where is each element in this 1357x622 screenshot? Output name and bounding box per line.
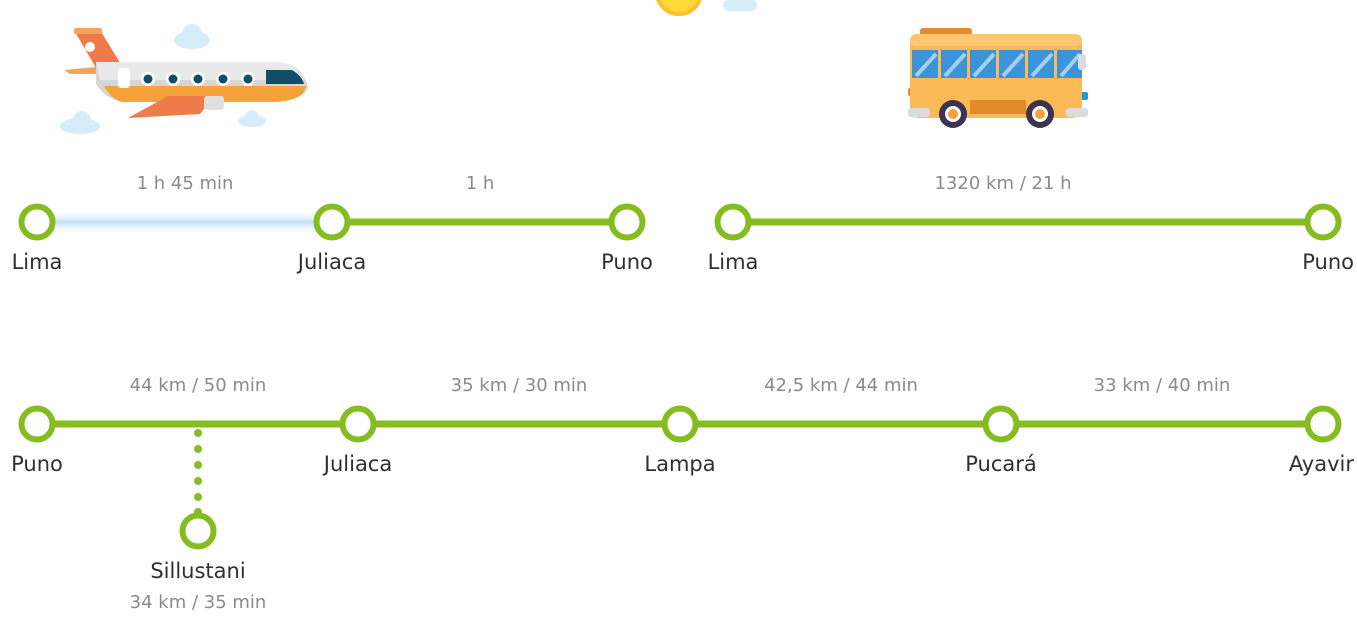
stop-label: Puno xyxy=(1302,250,1354,274)
stop-label: Pucará xyxy=(965,452,1037,476)
stop-marker xyxy=(608,203,646,241)
stop-marker xyxy=(18,405,56,443)
stop-label: Lampa xyxy=(644,452,715,476)
route-diagram: 1 h 45 min 1 h Lima Juliaca Puno 1320 km… xyxy=(11,0,1354,613)
stop-marker xyxy=(714,203,752,241)
stop-marker xyxy=(661,405,699,443)
stop-label: Lima xyxy=(708,250,759,274)
sun-icon xyxy=(656,0,702,16)
segment-duration: 1 h xyxy=(466,173,495,194)
stop-label: Juliaca xyxy=(296,250,366,274)
stop-marker xyxy=(339,405,377,443)
branch-stop-marker xyxy=(179,512,217,550)
stop-label: Juliaca xyxy=(322,452,392,476)
branch-stop-label: Sillustani xyxy=(150,559,245,583)
stop-marker xyxy=(18,203,56,241)
stop-label: Puno xyxy=(11,452,63,476)
stop-marker xyxy=(1304,405,1342,443)
bus-route: 1320 km / 21 h Lima Puno xyxy=(708,173,1354,274)
stop-label: Lima xyxy=(12,250,63,274)
road-route: 44 km / 50 min 35 km / 30 min 42,5 km / … xyxy=(11,375,1354,613)
stop-marker xyxy=(1304,203,1342,241)
cloud-icon xyxy=(723,0,757,11)
stop-label: Puno xyxy=(601,250,653,274)
flight-segment xyxy=(37,209,332,235)
segment-distance: 44 km / 50 min xyxy=(130,375,267,396)
stop-marker xyxy=(313,203,351,241)
branch-distance: 34 km / 35 min xyxy=(130,592,267,613)
segment-distance: 42,5 km / 44 min xyxy=(764,375,918,396)
segment-distance: 33 km / 40 min xyxy=(1094,375,1231,396)
air-route: 1 h 45 min 1 h Lima Juliaca Puno xyxy=(12,173,653,274)
segment-duration: 1320 km / 21 h xyxy=(934,173,1071,194)
stop-label: Ayavir xyxy=(1289,452,1354,476)
segment-distance: 35 km / 30 min xyxy=(451,375,588,396)
segment-duration: 1 h 45 min xyxy=(137,173,234,194)
airplane-icon xyxy=(60,24,308,134)
branch-dotted-line xyxy=(194,429,202,516)
stop-marker xyxy=(982,405,1020,443)
bus-icon xyxy=(908,28,1088,128)
